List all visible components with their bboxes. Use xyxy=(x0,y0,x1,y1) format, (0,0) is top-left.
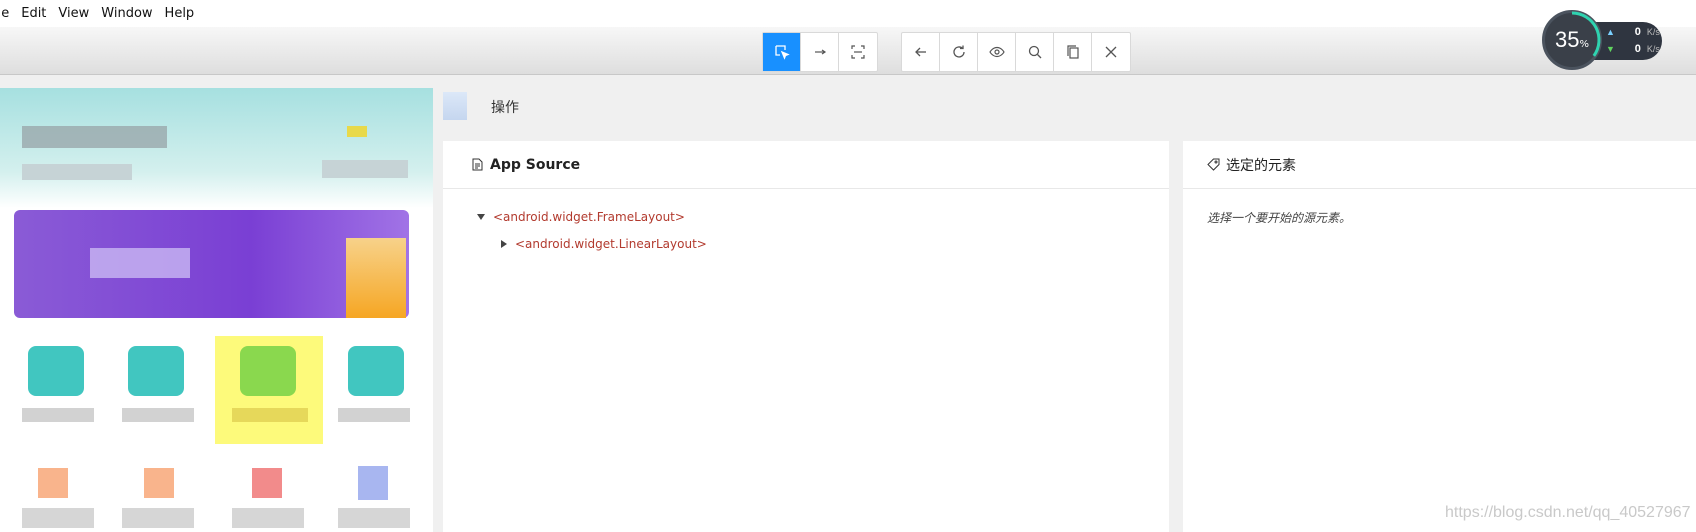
screenshot-grid-icon-3 xyxy=(240,346,296,396)
select-element-icon xyxy=(774,45,790,60)
back-arrow-icon xyxy=(914,47,926,57)
screenshot-grid-icon-4 xyxy=(348,346,404,396)
screenshot-subtitle-block xyxy=(22,164,132,180)
screenshot-grid-label-1 xyxy=(22,408,94,422)
screenshot-banner-art xyxy=(346,238,406,318)
tap-coordinates-button[interactable] xyxy=(839,33,877,71)
download-unit: K/s xyxy=(1646,44,1660,54)
tree-node-label[interactable]: <android.widget.LinearLayout> xyxy=(515,237,707,251)
screenshot-grid-icon-2 xyxy=(128,346,184,396)
selected-element-title: 选定的元素 xyxy=(1226,157,1296,174)
copy-xml-button[interactable] xyxy=(1054,33,1092,71)
watermark-text: https://blog.csdn.net/qq_40527967 xyxy=(1445,504,1691,521)
tag-icon xyxy=(1207,158,1220,171)
mode-button-group xyxy=(762,32,878,72)
screenshot-badge-block xyxy=(347,126,367,137)
screenshot-banner-text xyxy=(90,248,190,278)
screenshot-grid-label-3 xyxy=(232,408,308,422)
app-source-title: App Source xyxy=(490,156,581,173)
download-value: 0 xyxy=(1634,43,1641,55)
tap-coordinates-icon xyxy=(851,45,865,59)
show-screenshot-button[interactable] xyxy=(978,33,1016,71)
swipe-arrow-icon xyxy=(814,49,826,55)
screenshot-grid-label-2 xyxy=(122,408,194,422)
app-source-panel: App Source <android.widget.FrameLayout> … xyxy=(443,141,1169,532)
refresh-button[interactable] xyxy=(940,33,978,71)
screenshot-right-block xyxy=(322,160,408,178)
screenshot-grid-icon-1 xyxy=(28,346,84,396)
collapsed-caret-icon[interactable] xyxy=(501,240,507,248)
close-icon xyxy=(1105,46,1117,58)
screenshot-header-block xyxy=(0,88,433,208)
selected-element-panel: 选定的元素 选择一个要开始的源元素。 xyxy=(1183,141,1696,532)
copy-icon xyxy=(1066,45,1079,59)
upload-unit: K/s xyxy=(1646,27,1660,37)
tree-node-linearlayout[interactable]: <android.widget.LinearLayout> xyxy=(501,237,707,251)
screenshot-grid-label-6 xyxy=(122,508,194,528)
download-arrow-icon: ▼ xyxy=(1606,44,1615,54)
quit-session-button[interactable] xyxy=(1092,33,1130,71)
refresh-icon xyxy=(952,45,965,58)
app-source-header: App Source xyxy=(443,141,1169,189)
menu-view[interactable]: View xyxy=(52,6,95,21)
screenshot-grid-label-5 xyxy=(22,508,94,528)
network-monitor-widget[interactable]: ▲ 0 K/s ▼ 0 K/s 35% xyxy=(1542,10,1662,70)
screenshot-grid-label-4 xyxy=(338,408,410,422)
operations-label[interactable]: 操作 xyxy=(491,97,519,117)
device-screenshot[interactable] xyxy=(0,88,433,532)
screenshot-grid-label-8 xyxy=(338,508,410,528)
screenshot-grid-icon-7 xyxy=(252,468,282,498)
select-element-button[interactable] xyxy=(763,33,801,71)
selected-element-header: 选定的元素 xyxy=(1183,141,1696,189)
screenshot-grid-icon-8 xyxy=(358,466,388,500)
screenshot-grid-icon-6 xyxy=(144,468,174,498)
search-button[interactable] xyxy=(1016,33,1054,71)
cpu-usage-arc xyxy=(1571,11,1601,57)
screenshot-grid-label-7 xyxy=(232,508,304,528)
eye-icon xyxy=(988,46,1005,58)
menu-edit[interactable]: Edit xyxy=(15,6,52,21)
action-button-group xyxy=(901,32,1131,72)
upload-arrow-icon: ▲ xyxy=(1606,27,1615,37)
menu-bar: ile Edit View Window Help xyxy=(0,0,1696,27)
upload-value: 0 xyxy=(1634,26,1641,38)
swipe-button[interactable] xyxy=(801,33,839,71)
file-icon xyxy=(471,158,484,171)
menu-window[interactable]: Window xyxy=(95,6,158,21)
menu-file[interactable]: ile xyxy=(0,6,15,21)
selected-element-hint: 选择一个要开始的源元素。 xyxy=(1207,211,1352,225)
expanded-caret-icon[interactable] xyxy=(477,214,485,220)
tree-node-label[interactable]: <android.widget.FrameLayout> xyxy=(493,210,685,224)
cpu-usage-ring xyxy=(1571,11,1601,57)
tree-node-framelayout[interactable]: <android.widget.FrameLayout> xyxy=(477,210,685,224)
menu-help[interactable]: Help xyxy=(159,6,201,21)
upload-speed: ▲ 0 K/s xyxy=(1606,26,1660,38)
back-button[interactable] xyxy=(902,33,940,71)
toolbar xyxy=(0,27,1696,75)
screenshot-title-block xyxy=(22,126,167,148)
search-icon xyxy=(1028,45,1041,59)
download-speed: ▼ 0 K/s xyxy=(1606,43,1660,55)
operations-icon[interactable] xyxy=(443,92,467,120)
screenshot-grid-icon-5 xyxy=(38,468,68,498)
